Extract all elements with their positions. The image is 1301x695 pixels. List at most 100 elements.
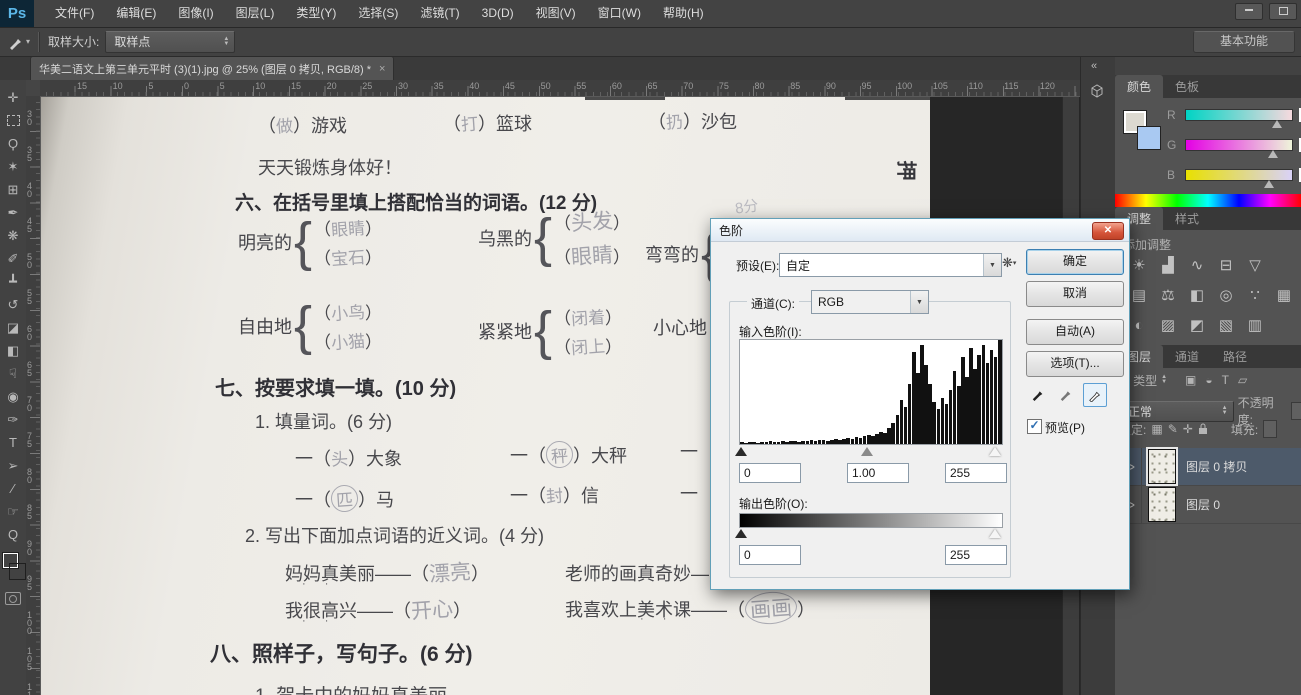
background-color-swatch[interactable] [1137, 126, 1161, 150]
gradient-map-icon[interactable]: ▧ [1216, 316, 1236, 334]
updown-arrows-icon[interactable]: ▲▼ [1161, 375, 1167, 385]
preview-checkbox[interactable]: ✓ [1027, 419, 1042, 434]
brush-tool-icon[interactable]: ✐ [2, 247, 24, 270]
sample-size-select[interactable]: 取样点 ▲▼ [105, 31, 235, 53]
black-point-eyedropper[interactable] [1027, 383, 1049, 405]
selective-color-icon[interactable]: ▥ [1245, 316, 1265, 334]
blue-slider-thumb[interactable] [1264, 180, 1274, 188]
dialog-title-bar[interactable]: 色阶 ✕ [711, 219, 1129, 242]
output-white-value[interactable]: 255 [945, 545, 1007, 565]
menu-view[interactable]: 视图(V) [525, 0, 587, 27]
input-gamma-slider[interactable] [861, 447, 873, 456]
filter-shape-icon[interactable]: ▱ [1238, 373, 1247, 387]
document-tab[interactable]: 华美二语文上第三单元平时 (3)(1).jpg @ 25% (图层 0 拷贝, … [30, 56, 394, 81]
curves-icon[interactable]: ∿ [1187, 256, 1207, 274]
history-brush-tool-icon[interactable]: ↺ [2, 293, 24, 316]
brightness-contrast-icon[interactable]: ☀ [1129, 256, 1149, 274]
healing-brush-tool-icon[interactable]: ❋ [2, 224, 24, 247]
lock-all-icon[interactable] [1198, 423, 1208, 435]
gray-point-eyedropper[interactable] [1055, 383, 1077, 405]
menu-help[interactable]: 帮助(H) [652, 0, 715, 27]
input-gamma-value[interactable]: 1.00 [847, 463, 909, 483]
filter-image-icon[interactable]: ▣ [1185, 373, 1196, 387]
black-white-icon[interactable]: ◧ [1187, 286, 1207, 304]
menu-image[interactable]: 图像(I) [167, 0, 224, 27]
minimize-button[interactable] [1235, 3, 1263, 20]
hue-saturation-icon[interactable]: ▤ [1129, 286, 1149, 304]
menu-layer[interactable]: 图层(L) [225, 0, 286, 27]
color-spectrum-bar[interactable] [1115, 194, 1301, 207]
move-tool-icon[interactable]: ✛ [2, 86, 24, 109]
color-balance-icon[interactable]: ⚖ [1158, 286, 1178, 304]
layer-thumbnail[interactable] [1148, 449, 1176, 484]
current-tool[interactable]: ▾ [8, 34, 30, 50]
lock-move-icon[interactable]: ✛ [1183, 422, 1193, 436]
smudge-tool-icon[interactable]: ☟ [2, 362, 24, 385]
hand-tool-icon[interactable]: ☞ [2, 500, 24, 523]
zoom-tool-icon[interactable]: Q [2, 523, 24, 546]
auto-button[interactable]: 自动(A) [1026, 319, 1124, 345]
type-tool-icon[interactable]: T [2, 431, 24, 454]
red-slider[interactable] [1185, 109, 1293, 121]
tab-channels[interactable]: 通道 [1163, 345, 1211, 368]
red-slider-thumb[interactable] [1272, 120, 1282, 128]
tab-styles[interactable]: 样式 [1163, 207, 1211, 230]
blend-mode-select[interactable]: 正常 ▲▼ [1119, 401, 1234, 422]
marquee-tool-icon[interactable] [2, 109, 24, 132]
menu-filter[interactable]: 滤镜(T) [409, 0, 470, 27]
tab-swatches[interactable]: 色板 [1163, 75, 1211, 98]
menu-edit[interactable]: 编辑(E) [105, 0, 167, 27]
green-slider[interactable] [1185, 139, 1293, 151]
channel-select[interactable]: RGB ▼ [811, 290, 929, 314]
output-white-slider[interactable] [989, 529, 1001, 538]
menu-type[interactable]: 类型(Y) [285, 0, 347, 27]
crop-tool-icon[interactable]: ⊞ [2, 178, 24, 201]
color-lookup-icon[interactable]: ▦ [1274, 286, 1294, 304]
ok-button[interactable]: 确定 [1026, 249, 1124, 275]
invert-icon[interactable]: ◐ [1129, 316, 1149, 334]
clone-stamp-tool-icon[interactable]: ┻ [2, 270, 24, 293]
preset-select[interactable]: 自定 ▼ [779, 253, 1002, 277]
fill-value-box[interactable] [1263, 420, 1277, 438]
filter-adjustment-icon[interactable]: ◒ [1205, 373, 1212, 387]
layer-row[interactable]: 图层 0 [1115, 486, 1301, 524]
output-black-slider[interactable] [735, 529, 747, 538]
menu-select[interactable]: 选择(S) [347, 0, 409, 27]
input-black-slider[interactable] [735, 447, 747, 456]
layer-thumbnail[interactable] [1148, 487, 1176, 522]
channel-mixer-icon[interactable]: ∵ [1245, 286, 1265, 304]
threshold-icon[interactable]: ◩ [1187, 316, 1207, 334]
layer-row-copy[interactable]: 图层 0 拷贝 [1115, 448, 1301, 486]
filter-type-layers-icon[interactable]: T [1222, 373, 1229, 387]
exposure-icon[interactable]: ⊟ [1216, 256, 1236, 274]
tab-paths[interactable]: 路径 [1211, 345, 1259, 368]
options-button[interactable]: 选项(T)... [1026, 351, 1124, 377]
menu-window[interactable]: 窗口(W) [587, 0, 652, 27]
input-white-value[interactable]: 255 [945, 463, 1007, 483]
input-white-slider[interactable] [989, 447, 1001, 456]
path-select-tool-icon[interactable]: ➢ [2, 454, 24, 477]
input-black-value[interactable]: 0 [739, 463, 801, 483]
opacity-value-box[interactable] [1291, 402, 1301, 420]
lasso-tool-icon[interactable]: Ϙ [2, 132, 24, 155]
lock-paint-icon[interactable]: ✎ [1168, 422, 1178, 436]
workspace-button[interactable]: 基本功能 [1193, 31, 1295, 53]
magic-wand-tool-icon[interactable]: ✶ [2, 155, 24, 178]
lock-transparency-icon[interactable]: ▦ [1151, 422, 1162, 436]
layer-name[interactable]: 图层 0 [1186, 496, 1220, 513]
posterize-icon[interactable]: ▨ [1158, 316, 1178, 334]
dialog-close-button[interactable]: ✕ [1092, 222, 1124, 240]
quick-mask-button[interactable] [5, 592, 21, 605]
gradient-tool-icon[interactable]: ◧ [2, 339, 24, 362]
filter-type-label[interactable]: 类型 [1133, 372, 1157, 389]
tab-close-icon[interactable]: × [379, 63, 385, 75]
eyedropper-tool-icon[interactable]: ✒ [2, 201, 24, 224]
layer-name[interactable]: 图层 0 拷贝 [1186, 458, 1247, 475]
3d-material-panel-icon[interactable] [1088, 82, 1106, 105]
tab-color[interactable]: 颜色 [1115, 75, 1163, 98]
levels-icon[interactable]: ▟ [1158, 256, 1178, 274]
preset-options-gear[interactable]: ❋▾ [1002, 255, 1016, 271]
line-tool-icon[interactable]: ∕ [2, 477, 24, 500]
photo-filter-icon[interactable]: ◎ [1216, 286, 1236, 304]
menu-3d[interactable]: 3D(D) [471, 0, 525, 27]
